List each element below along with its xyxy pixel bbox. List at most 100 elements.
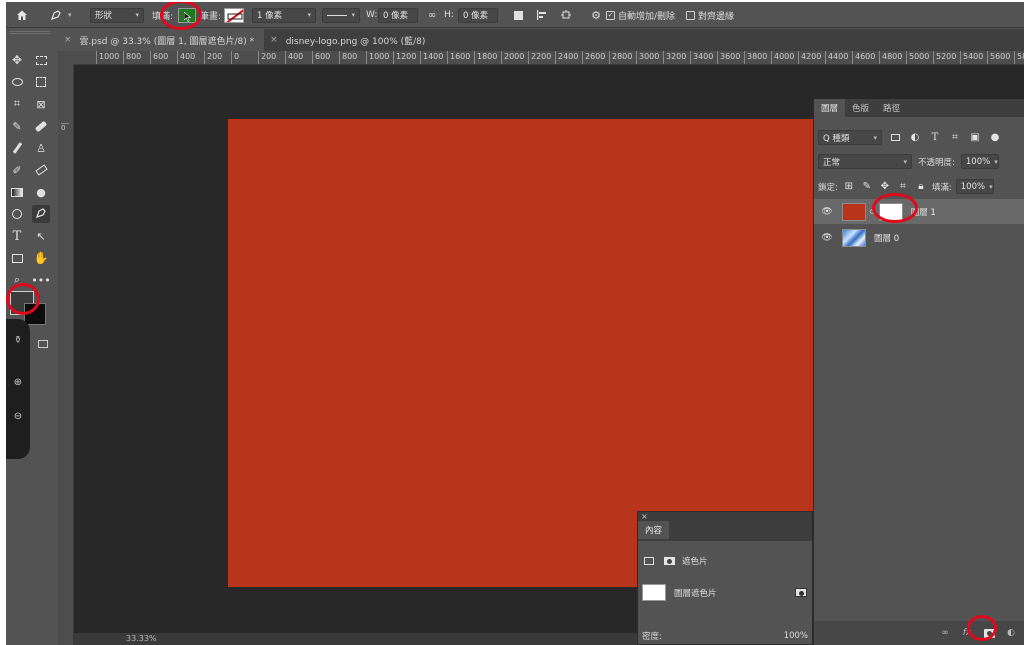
dodge-tool[interactable] xyxy=(8,205,26,223)
gradient-tool[interactable] xyxy=(8,183,26,201)
lock-all-icon[interactable]: 🔒︎ xyxy=(914,180,928,194)
h-value: 0 像素 xyxy=(463,11,489,21)
settings-button[interactable]: ⚙ xyxy=(588,2,604,28)
home-button[interactable] xyxy=(14,2,30,28)
zoom-out-button[interactable]: ⊖ xyxy=(9,407,27,425)
screen-mode-button[interactable] xyxy=(34,335,52,353)
ruler-tick: 2600 xyxy=(582,51,605,64)
eraser-tool[interactable] xyxy=(32,161,50,179)
arrange-icon xyxy=(558,7,574,23)
chevron-down-icon: ▾ xyxy=(68,11,72,19)
lock-transparent-icon[interactable]: ⊞ xyxy=(842,180,856,194)
eyedropper-tool[interactable]: ✎ xyxy=(8,117,26,135)
crop-tool[interactable]: ⌗ xyxy=(8,95,26,113)
layer-mask-label: 圖層遮色片 xyxy=(674,588,717,599)
pill-icon-button[interactable]: ⚱ xyxy=(9,331,27,349)
close-icon[interactable]: × xyxy=(64,35,72,45)
vertical-ruler[interactable]: 0 xyxy=(58,65,74,645)
stroke-type-select[interactable]: ▾ xyxy=(322,7,360,23)
lock-artboard-icon[interactable]: ⌗ xyxy=(896,180,910,194)
eye-icon[interactable]: 👁︎ xyxy=(820,233,834,243)
marquee-tool[interactable] xyxy=(32,51,50,69)
more-tools-button[interactable]: ••• xyxy=(31,271,50,289)
filter-toggle-icon[interactable]: ● xyxy=(988,131,1002,145)
frame-tool[interactable]: ⊠ xyxy=(32,95,50,113)
horizontal-ruler[interactable]: 1000 800 600 400 200 0 200 400 600 800 1000 1200 140… xyxy=(74,51,1024,65)
path-alignment-button[interactable] xyxy=(534,2,550,28)
auto-add-delete-checkbox[interactable]: ✓ 自動增加/刪除 xyxy=(606,2,675,28)
path-operations-button[interactable] xyxy=(510,2,526,28)
w-input[interactable]: 0 像素 xyxy=(378,7,418,23)
opacity-input[interactable]: 100% ▾ xyxy=(960,154,999,169)
fill-input[interactable]: 100% ▾ xyxy=(955,179,994,194)
filter-smart-object-icon[interactable]: ▣ xyxy=(968,131,982,145)
tab-paths[interactable]: 路徑 xyxy=(876,99,907,117)
ruler-tick: 3800 xyxy=(744,51,767,64)
document-tabs: × 雲.psd @ 33.3% (圖層 1, 圖層遮色片/8) * × disn… xyxy=(58,29,1024,51)
type-tool[interactable]: T xyxy=(8,227,26,245)
link-wh-button[interactable]: ∞ xyxy=(424,2,440,28)
layer-name: 圖層 0 xyxy=(874,233,900,244)
tab-channels-label: 色版 xyxy=(852,104,870,114)
close-icon[interactable]: × xyxy=(641,512,648,521)
tool-preset-picker[interactable]: ▾ xyxy=(48,2,72,28)
tab-properties[interactable]: 內容 xyxy=(638,521,670,539)
layer-row-1[interactable]: 👁︎ ⊂ 圖層 1 xyxy=(814,199,1024,224)
layer-filter-select[interactable]: Q 種類 ▾ xyxy=(818,130,882,145)
link-layers-icon[interactable]: ∞ xyxy=(938,626,952,640)
add-pixel-mask-icon[interactable] xyxy=(794,586,808,600)
chevron-down-icon: ▾ xyxy=(873,133,877,142)
stroke-swatch[interactable] xyxy=(224,7,244,23)
close-icon[interactable]: × xyxy=(270,35,278,45)
bandage-icon xyxy=(34,120,48,132)
ruler-tick: 3000 xyxy=(636,51,659,64)
tab-cloud-psd[interactable]: × 雲.psd @ 33.3% (圖層 1, 圖層遮色片/8) * xyxy=(58,29,265,51)
healing-brush-tool[interactable] xyxy=(32,117,50,135)
tab-paths-label: 路徑 xyxy=(883,104,901,114)
clone-stamp-tool[interactable]: ♙ xyxy=(32,139,50,157)
layer-thumbnail xyxy=(842,228,866,247)
frame-icon: ⊠ xyxy=(36,97,46,111)
lock-paint-icon[interactable]: ✎ xyxy=(860,180,874,194)
layers-panel-tabs: 圖層 色版 路徑 xyxy=(814,99,1024,117)
blend-mode-select[interactable]: 正常 ▾ xyxy=(818,154,912,169)
eye-icon[interactable]: 👁︎ xyxy=(820,207,834,217)
filter-type-icon[interactable]: T xyxy=(928,131,942,145)
lasso-tool[interactable] xyxy=(8,73,26,91)
object-selection-tool[interactable] xyxy=(32,73,50,91)
align-edges-checkbox[interactable]: 對齊邊緣 xyxy=(686,2,734,28)
history-brush-icon: ✐ xyxy=(12,163,22,177)
move-tool[interactable]: ✥ xyxy=(8,51,26,69)
path-selection-tool[interactable]: ↖ xyxy=(32,227,50,245)
filter-adjustment-icon[interactable]: ◐ xyxy=(908,131,922,145)
layer-row-0[interactable]: 👁︎ 圖層 0 xyxy=(814,225,1024,250)
ruler-tick: 2200 xyxy=(528,51,551,64)
zoom-out-icon: ⊖ xyxy=(13,410,23,422)
tab-disney-logo[interactable]: × disney-logo.png @ 100% (藍/8) xyxy=(264,29,435,51)
filter-shape-icon[interactable]: ⌗ xyxy=(948,131,962,145)
ruler-tick: 1000 xyxy=(366,51,389,64)
new-adjustment-icon[interactable]: ◐ xyxy=(1004,626,1018,640)
filter-pixel-icon[interactable] xyxy=(888,131,902,145)
ruler-tick: 58 xyxy=(1014,51,1024,64)
rectangle-tool[interactable] xyxy=(8,249,26,267)
history-brush-tool[interactable]: ✐ xyxy=(8,161,26,179)
brush-tool[interactable] xyxy=(8,139,26,157)
density-value[interactable]: 100% xyxy=(784,631,808,641)
ruler-tick: 2800 xyxy=(609,51,632,64)
blur-tool[interactable]: ● xyxy=(32,183,50,201)
ruler-tick: 1000 xyxy=(96,51,119,64)
hand-tool[interactable]: ✋ xyxy=(32,249,50,267)
pen-tool[interactable] xyxy=(32,205,50,223)
mask-icon xyxy=(662,554,676,568)
mode-select[interactable]: 形狀 ▾ xyxy=(90,7,144,23)
tab-layers[interactable]: 圖層 xyxy=(814,99,846,117)
tab-channels[interactable]: 色版 xyxy=(845,99,876,117)
zoom-in-button[interactable]: ⊕ xyxy=(9,373,27,391)
opacity-label: 不透明度: xyxy=(918,157,955,168)
ruler-tick: 2400 xyxy=(555,51,578,64)
stroke-width-select[interactable]: 1 像素 ▾ xyxy=(252,7,316,23)
path-arrangement-button[interactable] xyxy=(558,2,574,28)
lock-position-icon[interactable]: ✥ xyxy=(878,180,892,194)
h-input[interactable]: 0 像素 xyxy=(458,7,498,23)
